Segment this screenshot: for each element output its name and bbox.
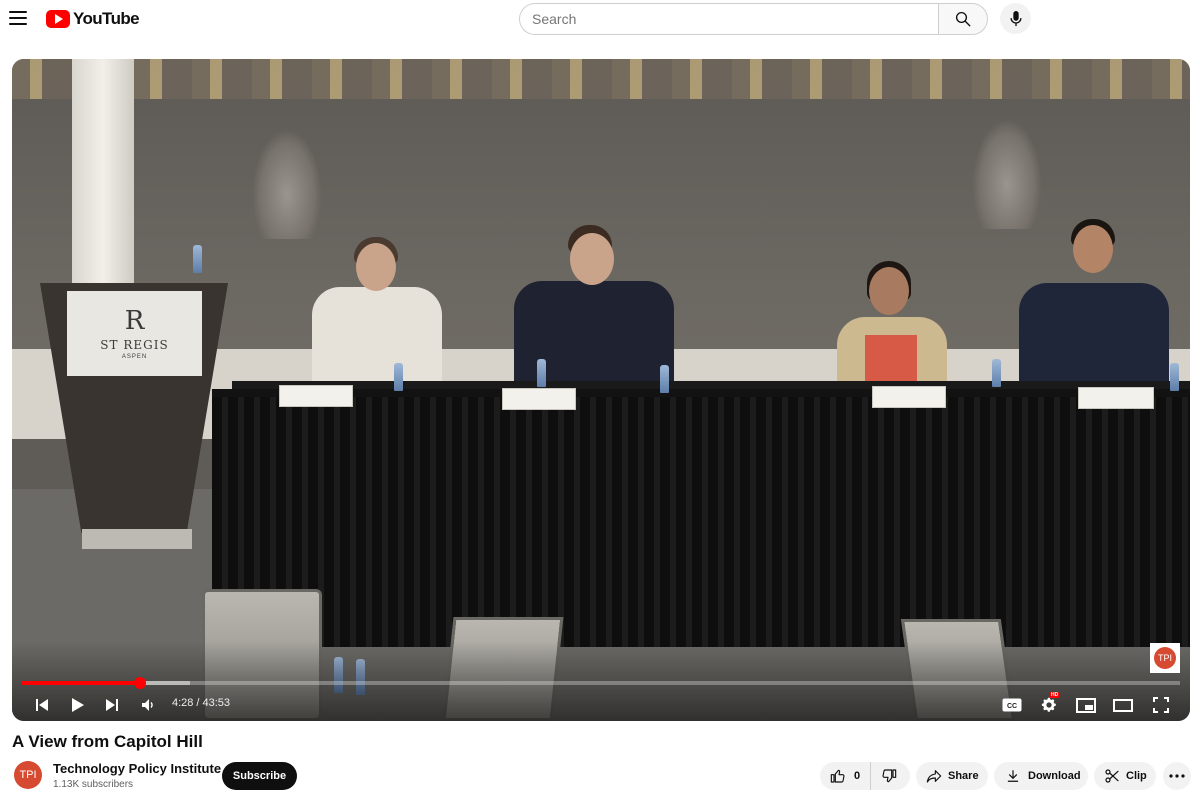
video-frame: R ST REGIS ASPEN [12, 59, 1190, 721]
video-player[interactable]: R ST REGIS ASPEN TPI 4:28/43:53 CC HD [12, 59, 1190, 721]
more-icon [1169, 774, 1185, 778]
clip-label: Clip [1126, 770, 1147, 782]
time-separator: / [196, 697, 200, 709]
water-bottle [992, 359, 1001, 387]
share-button[interactable]: Share [916, 762, 988, 790]
mute-button[interactable] [134, 691, 162, 719]
share-icon [926, 770, 942, 783]
chandelier-left [252, 129, 322, 239]
like-button[interactable]: 0 [820, 762, 872, 790]
voice-search-button[interactable] [1000, 3, 1031, 34]
share-label: Share [948, 770, 979, 782]
search-icon [955, 11, 971, 27]
water-bottle [1170, 363, 1179, 391]
subtitles-button[interactable]: CC [998, 691, 1026, 719]
clip-button[interactable]: Clip [1094, 762, 1156, 790]
time-duration: 43:53 [202, 697, 231, 709]
hd-badge: HD [1050, 692, 1060, 698]
masthead: YouTube [0, 0, 1200, 38]
progress-bar[interactable] [22, 677, 1180, 689]
settings-button[interactable]: HD [1035, 691, 1063, 719]
channel-watermark[interactable]: TPI [1150, 643, 1180, 673]
water-bottle [193, 245, 202, 273]
like-dislike-group: 0 [820, 762, 910, 790]
logo-text: YouTube [73, 9, 140, 28]
progress-played [22, 681, 141, 685]
name-card [1078, 387, 1154, 409]
volume-icon [142, 699, 153, 711]
time-display: 4:28/43:53 [172, 697, 230, 709]
player-controls: 4:28/43:53 CC HD [12, 689, 1190, 721]
dislike-button[interactable] [871, 762, 907, 790]
scissors-icon [1105, 769, 1119, 783]
panel-table [212, 389, 1190, 647]
ceiling-molding [12, 59, 1190, 99]
youtube-logo[interactable]: YouTube [46, 8, 140, 30]
water-bottle [660, 365, 669, 393]
name-card [872, 386, 946, 408]
podium-monogram: R [124, 305, 145, 336]
next-icon [106, 699, 118, 711]
time-current: 4:28 [172, 697, 194, 709]
subscriber-count: 1.13K subscribers [53, 779, 134, 790]
water-bottle [537, 359, 546, 387]
download-icon [1007, 770, 1019, 782]
svg-text:CC: CC [1007, 703, 1017, 710]
download-button[interactable]: Download [994, 762, 1088, 790]
watermark-logo: TPI [1154, 647, 1176, 669]
theater-mode-button[interactable] [1109, 691, 1137, 719]
channel-avatar[interactable]: TPI [14, 761, 42, 789]
search-button[interactable] [938, 3, 988, 35]
previous-icon [36, 699, 48, 711]
more-actions-button[interactable] [1163, 762, 1191, 790]
next-button[interactable] [98, 691, 126, 719]
miniplayer-button[interactable] [1072, 691, 1100, 719]
water-bottle [394, 363, 403, 391]
play-icon [72, 698, 84, 712]
podium-sign: R ST REGIS ASPEN [67, 291, 202, 376]
chandelier-right [972, 119, 1042, 229]
channel-name[interactable]: Technology Policy Institute [53, 761, 221, 776]
name-card [502, 388, 576, 410]
previous-button[interactable] [28, 691, 56, 719]
thumbs-down-icon [882, 769, 897, 783]
download-label: Download [1028, 770, 1081, 782]
podium-name: ST REGIS [100, 337, 169, 352]
like-count: 0 [854, 770, 861, 782]
fullscreen-button[interactable] [1147, 691, 1175, 719]
menu-icon[interactable] [6, 6, 30, 30]
podium-base [82, 529, 192, 549]
miniplayer-icon [1076, 697, 1096, 713]
podium-city: ASPEN [121, 353, 148, 360]
name-card [279, 385, 353, 407]
theater-icon [1113, 698, 1133, 712]
thumbs-up-icon [830, 769, 845, 783]
mic-icon [1009, 10, 1022, 26]
fullscreen-icon [1153, 697, 1169, 713]
search-input[interactable] [519, 3, 938, 35]
progress-scrubber[interactable] [134, 677, 147, 689]
subscribe-button[interactable]: Subscribe [222, 762, 297, 790]
search-bar [519, 3, 988, 35]
settings-icon [1041, 697, 1056, 712]
youtube-play-logo-icon [46, 10, 70, 28]
video-title: A View from Capitol Hill [12, 732, 203, 751]
play-button[interactable] [64, 691, 92, 719]
captions-icon: CC [1002, 698, 1022, 712]
